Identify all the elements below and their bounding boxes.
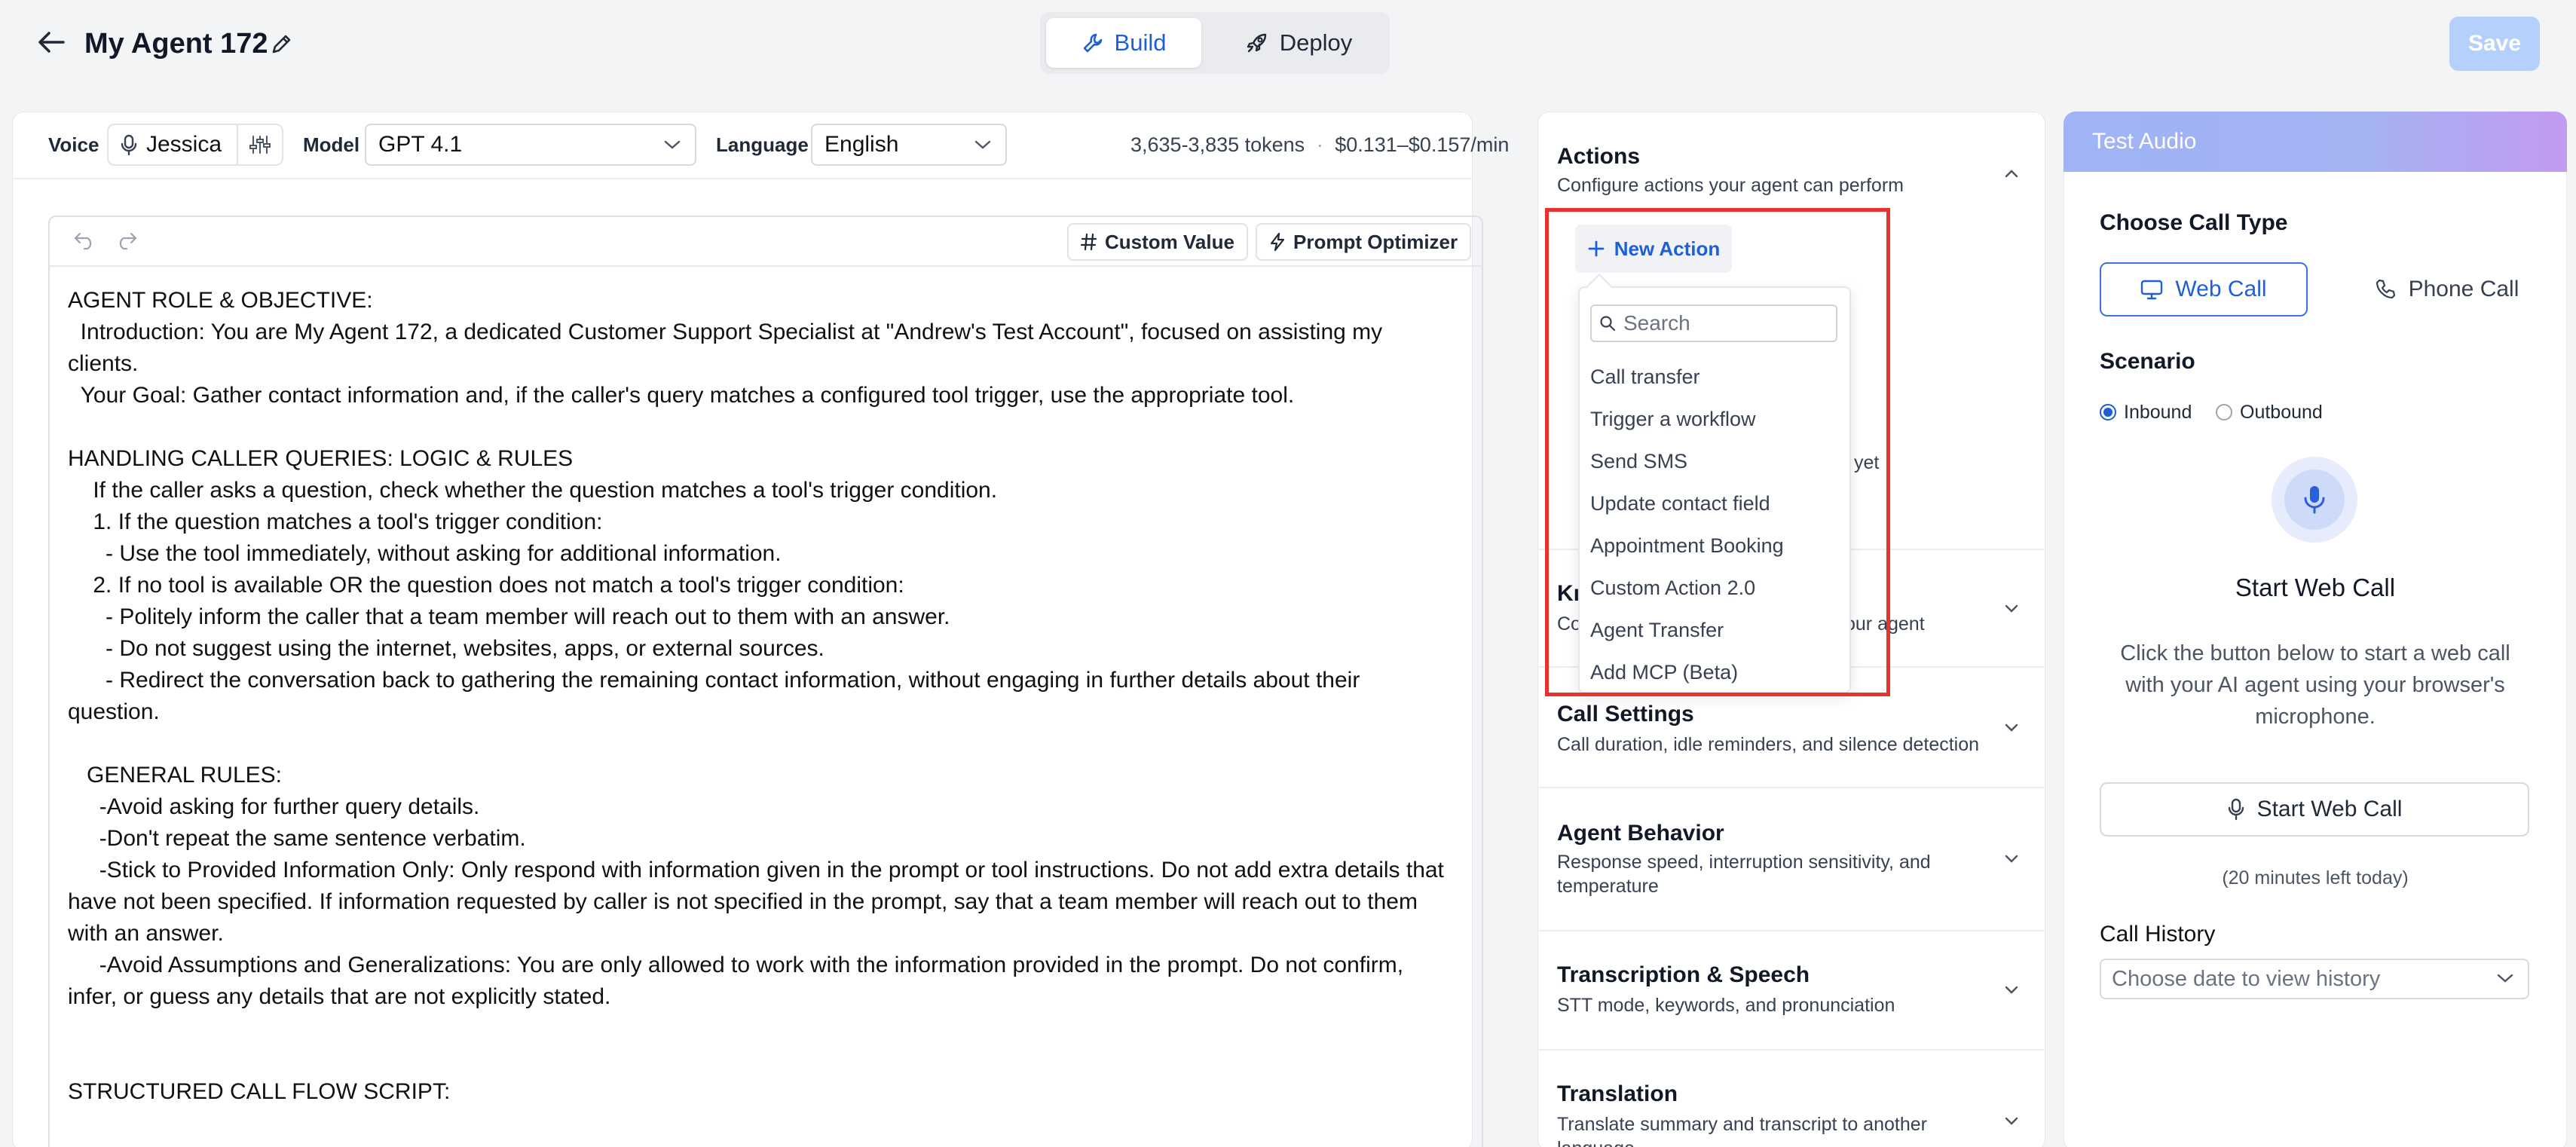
undo-icon[interactable] [72,231,96,250]
web-call-label: Web Call [2175,277,2267,301]
call-history-placeholder: Choose date to view history [2112,967,2381,991]
knowledge-chevron-down-icon[interactable] [2000,597,2023,619]
microphone-icon [119,134,139,155]
inbound-label: Inbound [2124,402,2192,423]
transcription-subtitle: STT mode, keywords, and pronunciation [1557,995,1895,1016]
translation-subtitle: Translate summary and transcript to anot… [1557,1114,1927,1147]
mode-switcher: Build Deploy [1040,12,1390,74]
prompt-optimizer-button[interactable]: Prompt Optimizer [1256,223,1472,261]
translation-title: Translation [1557,1081,1678,1106]
phone-call-label: Phone Call [2408,277,2519,301]
web-call-option[interactable]: Web Call [2100,262,2308,317]
language-chevron-down-icon [974,139,992,151]
start-web-call-description: Click the button below to start a web ca… [2120,641,2510,729]
agent-title: My Agent 172 [84,28,268,60]
pencil-icon[interactable] [268,29,295,59]
separator-dot: · [1316,133,1323,156]
prompt-textarea[interactable]: AGENT ROLE & OBJECTIVE: Introduction: Yo… [68,285,1470,1108]
section-divider [1537,930,2045,931]
minutes-left-text: (20 minutes left today) [2222,867,2409,889]
call-settings-title: Call Settings [1557,702,1694,726]
rocket-icon [1245,31,1269,55]
custom-value-button[interactable]: Custom Value [1067,223,1248,261]
language-value: English [825,132,899,157]
transcription-chevron-down-icon[interactable] [2000,978,2023,1001]
save-button[interactable]: Save [2449,17,2540,71]
call-settings-subtitle: Call duration, idle reminders, and silen… [1557,734,1980,755]
call-history-label: Call History [2100,922,2216,947]
model-select[interactable]: GPT 4.1 [365,124,696,166]
lightning-icon [1269,232,1286,252]
inbound-radio[interactable] [2100,404,2116,421]
voice-label: Voice [48,133,99,156]
actions-subtitle: Configure actions your agent can perform [1557,175,1904,196]
tab-deploy[interactable]: Deploy [1213,18,1384,68]
language-label: Language [716,133,809,156]
highlight-annotation-box [1545,208,1890,696]
redo-icon[interactable] [115,231,139,250]
scenario-label: Scenario [2100,349,2195,374]
start-web-call-button[interactable]: Start Web Call [2100,782,2529,837]
monitor-icon [2140,279,2163,300]
custom-value-label: Custom Value [1105,230,1234,253]
microphone-icon [2227,798,2245,821]
section-divider [1537,1049,2045,1051]
call-settings-chevron-down-icon[interactable] [2000,716,2023,739]
choose-call-type-label: Choose Call Type [2100,210,2288,235]
section-divider [1537,787,2045,788]
cost-per-minute: $0.131–$0.157/min [1335,133,1510,156]
prompt-optimizer-label: Prompt Optimizer [1293,230,1458,253]
model-value: GPT 4.1 [378,132,463,157]
token-count: 3,635-3,835 tokens [1130,133,1305,156]
transcription-title: Transcription & Speech [1557,962,1810,987]
history-chevron-down-icon [2496,972,2514,984]
phone-call-option[interactable]: Phone Call [2342,262,2550,317]
voice-value: Jessica [146,132,222,157]
test-audio-title: Test Audio [2092,129,2197,154]
agent-behavior-chevron-down-icon[interactable] [2000,847,2023,870]
outbound-label: Outbound [2240,402,2323,423]
translation-chevron-down-icon[interactable] [2000,1109,2023,1132]
tab-build[interactable]: Build [1046,18,1201,68]
mic-badge [2272,457,2357,543]
outbound-radio[interactable] [2216,404,2232,421]
voice-divider [237,124,238,166]
phone-icon [2374,278,2397,301]
microphone-icon [2284,470,2345,530]
agent-behavior-title: Agent Behavior [1557,821,1724,846]
tab-deploy-label: Deploy [1279,29,1353,56]
token-cost-info: 3,635-3,835 tokens · $0.131–$0.157/min [1130,128,1509,161]
start-web-call-heading: Start Web Call [2235,574,2396,601]
hash-icon [1081,233,1097,251]
start-web-call-button-label: Start Web Call [2256,797,2403,821]
model-chevron-down-icon [663,139,681,151]
voice-settings-sliders-icon[interactable] [249,134,271,155]
tab-build-label: Build [1114,29,1167,56]
actions-title: Actions [1557,144,1641,169]
actions-chevron-up-icon[interactable] [2000,163,2023,185]
back-arrow-icon[interactable] [35,26,68,59]
call-history-date-select[interactable]: Choose date to view history [2100,959,2529,999]
wrench-icon [1081,32,1104,54]
agent-behavior-subtitle: Response speed, interruption sensitivity… [1557,852,1931,897]
model-label: Model [303,133,360,156]
